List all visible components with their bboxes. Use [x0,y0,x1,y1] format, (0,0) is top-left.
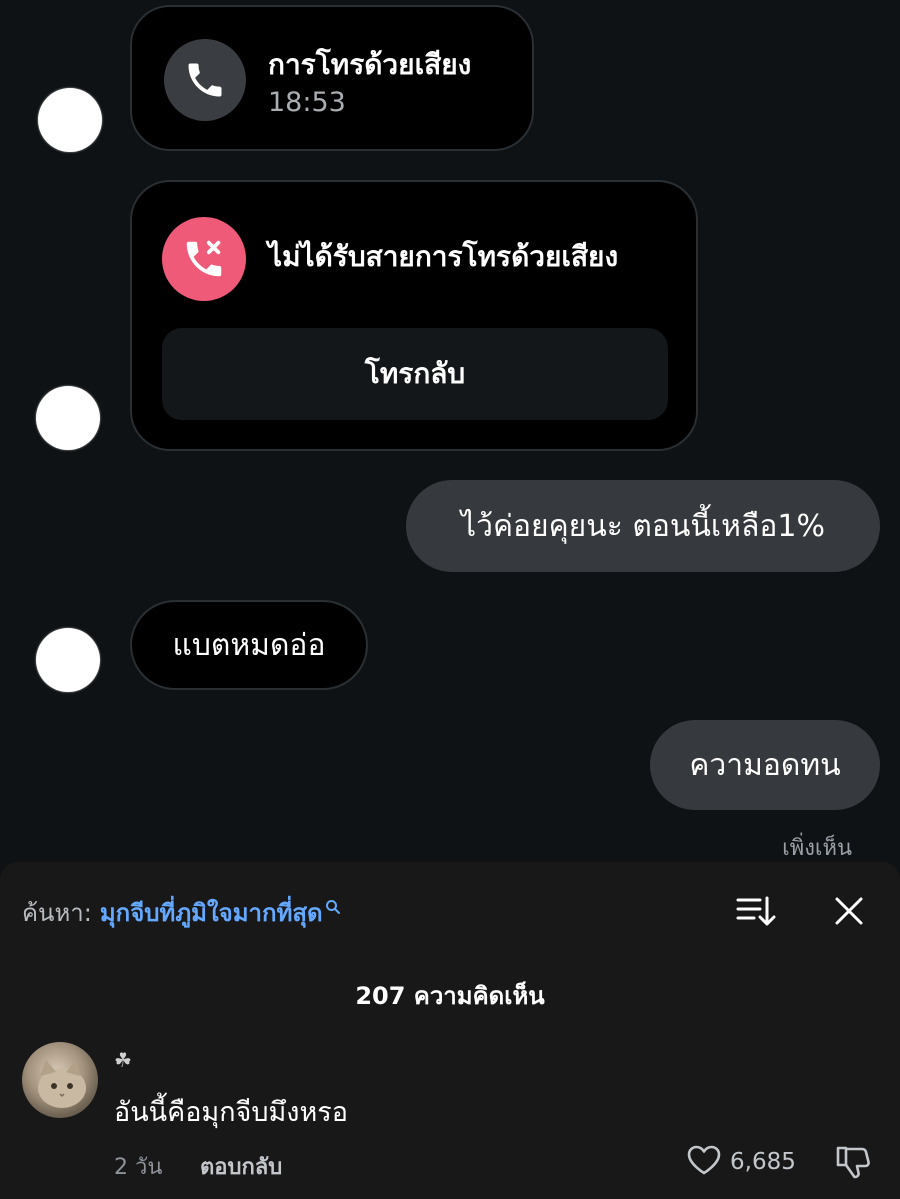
commenter-avatar[interactable] [22,1042,98,1118]
comment-text: อันนี้คือมุกจีบมึงหรอ [114,1097,349,1128]
heart-icon [686,1144,722,1180]
comment-age: 2 วัน [114,1155,163,1180]
missed-call-icon [162,217,246,301]
sent-message[interactable]: ความอดทน [650,720,880,810]
search-icon [325,893,341,921]
received-message[interactable]: แบตหมดอ่อ [130,600,368,690]
missed-call-title: ไม่ได้รับสายการโทรด้วยเสียง [268,240,619,273]
seen-status: เพิ่งเห็น [782,836,852,861]
chat-thread: การโทรด้วยเสียง 18:53 ไม่ได้รับสายการโทร… [0,0,900,862]
comment-author[interactable]: ☘ [114,1048,132,1072]
close-icon[interactable] [834,896,864,930]
contact-avatar[interactable] [38,88,102,152]
search-query-link[interactable]: มุกจีบที่ภูมิใจมากที่สุด [100,893,323,932]
contact-avatar[interactable] [36,628,100,692]
phone-icon [164,39,246,121]
comments-panel: ค้นหา: มุกจีบที่ภูมิใจมากที่สุด 207 ความ… [0,862,900,1199]
search-prefix: ค้นหา: [22,898,92,927]
comment-count: 207 ความคิดเห็น [355,982,545,1010]
voice-call-card[interactable]: การโทรด้วยเสียง 18:53 [130,5,534,151]
call-back-button[interactable]: โทรกลับ [162,328,668,420]
voice-call-time: 18:53 [268,87,346,118]
contact-avatar[interactable] [36,386,100,450]
like-count: 6,685 [730,1149,796,1175]
sort-icon[interactable] [736,894,776,934]
search-suggestion[interactable]: ค้นหา: มุกจีบที่ภูมิใจมากที่สุด [22,892,341,932]
voice-call-title: การโทรด้วยเสียง [268,48,472,81]
missed-call-card: ไม่ได้รับสายการโทรด้วยเสียง โทรกลับ [130,180,698,451]
reply-button[interactable]: ตอบกลับ [200,1149,282,1184]
like-button[interactable]: 6,685 [686,1144,796,1180]
dislike-icon[interactable] [834,1144,872,1184]
sent-message[interactable]: ไว้ค่อยคุยนะ ตอนนี้เหลือ1% [406,480,880,572]
